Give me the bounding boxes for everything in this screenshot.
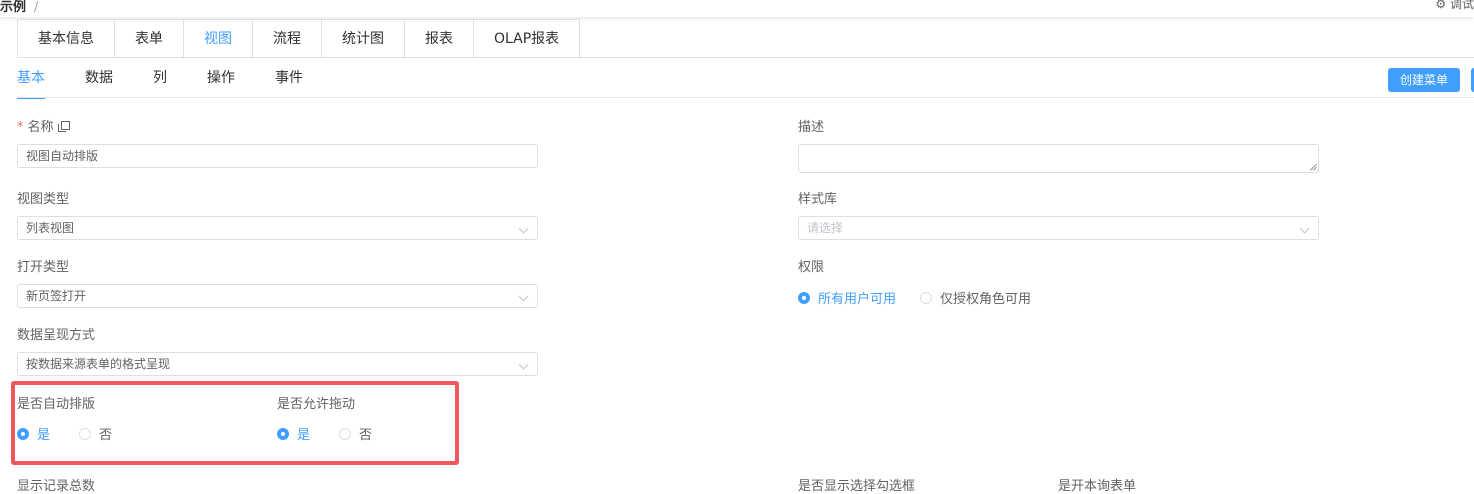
description-label: 描述 (798, 120, 825, 135)
create-menu-button[interactable]: 创建菜单 (1388, 68, 1460, 92)
open-type-value: 新页签打开 (26, 289, 87, 303)
radio-label: 所有用户可用 (818, 292, 897, 307)
sub-tabs: 基本 数据 列 操作 事件 (17, 60, 303, 99)
tabs-divider (17, 57, 1474, 58)
view-type-label: 视图类型 (17, 192, 70, 207)
name-input-value: 视图自动排版 (26, 149, 99, 163)
show-total-label: 显示记录总数 (17, 479, 96, 494)
radio-unchecked-icon (920, 291, 932, 304)
tab-olap-report[interactable]: OLAP报表 (474, 20, 579, 58)
top-bar: 示例 / ⚙ 调试 (0, 0, 1474, 17)
required-mark: * (17, 120, 24, 135)
main-tabs: 基本信息 表单 视图 流程 统计图 报表 OLAP报表 (17, 19, 581, 58)
chevron-down-icon (1299, 223, 1310, 234)
data-display-select[interactable]: 按数据来源表单的格式呈现 (17, 352, 538, 376)
tab-view[interactable]: 视图 (184, 20, 253, 58)
style-lib-placeholder: 请选择 (807, 221, 844, 235)
subtab-events[interactable]: 事件 (275, 60, 303, 98)
debug-label: 调试 (1449, 0, 1474, 11)
tab-flow[interactable]: 流程 (253, 20, 322, 58)
data-display-label: 数据呈现方式 (17, 328, 96, 343)
chevron-down-icon (518, 291, 529, 302)
query-form-label: 是开本询表单 (1058, 479, 1137, 494)
name-label: * 名称 (17, 116, 70, 135)
name-label-text: 名称 (27, 120, 54, 135)
debug-link[interactable]: ⚙ 调试 (1435, 0, 1474, 12)
subtabs-divider (17, 97, 1474, 98)
tab-chart[interactable]: 统计图 (322, 20, 405, 58)
data-display-value: 按数据来源表单的格式呈现 (26, 357, 171, 371)
subtab-data[interactable]: 数据 (85, 60, 113, 98)
copy-icon[interactable] (57, 121, 70, 132)
subtab-columns[interactable]: 列 (153, 60, 167, 98)
chevron-down-icon (518, 359, 529, 370)
radio-checked-icon (798, 291, 810, 304)
permission-radio-all-users[interactable]: 所有用户可用 (798, 288, 896, 307)
tab-form[interactable]: 表单 (115, 20, 184, 58)
chevron-down-icon (518, 223, 529, 234)
description-textarea[interactable] (798, 144, 1319, 173)
breadcrumb-item[interactable]: 示例 (0, 0, 26, 15)
subtab-actions[interactable]: 操作 (207, 60, 235, 98)
breadcrumb-separator: / (34, 0, 39, 15)
open-type-label: 打开类型 (17, 260, 70, 275)
style-lib-select[interactable]: 请选择 (798, 216, 1319, 240)
tab-report[interactable]: 报表 (405, 20, 474, 58)
show-checkbox-label: 是否显示选择勾选框 (798, 479, 916, 494)
view-type-select[interactable]: 列表视图 (17, 216, 538, 240)
annotation-highlight-box (11, 381, 459, 465)
view-type-value: 列表视图 (26, 221, 75, 235)
open-type-select[interactable]: 新页签打开 (17, 284, 538, 308)
subtab-basic[interactable]: 基本 (17, 60, 45, 99)
name-input[interactable]: 视图自动排版 (17, 144, 538, 168)
permission-radio-authorized-roles[interactable]: 仅授权角色可用 (920, 288, 1031, 307)
permission-label: 权限 (798, 260, 825, 275)
resize-grip-icon[interactable] (1310, 164, 1317, 171)
breadcrumb: 示例 / (0, 0, 38, 15)
style-lib-label: 样式库 (798, 192, 838, 207)
tab-basic-info[interactable]: 基本信息 (18, 20, 115, 58)
radio-label: 仅授权角色可用 (940, 292, 1032, 307)
